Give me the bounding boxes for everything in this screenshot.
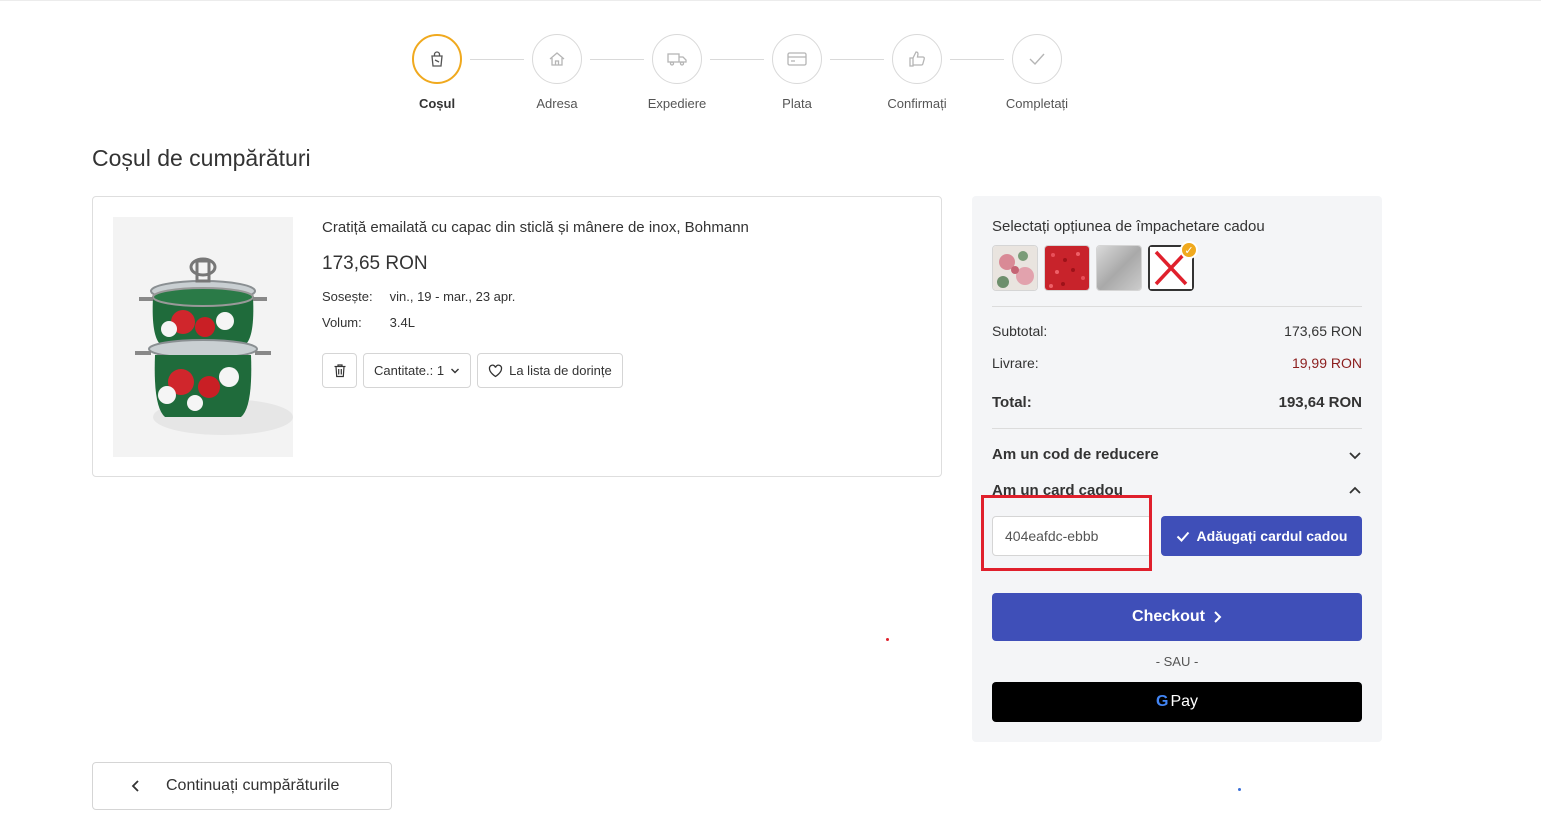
item-actions: Cantitate.: 1 La lista de dorințe: [322, 353, 623, 388]
total-value: 193,64 RON: [1278, 394, 1362, 411]
home-icon: [532, 34, 582, 84]
continue-shopping-button[interactable]: Continuați cumpărăturile: [92, 762, 392, 810]
check-icon: [1012, 34, 1062, 84]
subtotal-row: Subtotal: 173,65 RON: [992, 323, 1362, 339]
thumbs-up-icon: [892, 34, 942, 84]
page-title: Coșul de cumpărături: [92, 145, 311, 171]
step-label: Adresa: [536, 96, 578, 111]
product-image[interactable]: [113, 217, 293, 457]
step-confirm[interactable]: Confirmați: [867, 34, 967, 111]
chevron-right-icon: [1214, 611, 1222, 623]
wishlist-button[interactable]: La lista de dorințe: [477, 353, 623, 388]
chevron-down-icon: [451, 368, 460, 373]
google-g-icon: G: [1155, 693, 1169, 710]
total-label: Total:: [992, 394, 1032, 411]
step-label: Expediere: [647, 96, 707, 111]
top-border: [0, 0, 1541, 1]
add-gift-card-button[interactable]: Adăugați cardul cadou: [1161, 516, 1362, 556]
google-pay-label: Pay: [1170, 693, 1199, 710]
arrival-value: vin., 19 - mar., 23 apr.: [389, 289, 516, 304]
delete-button[interactable]: [322, 353, 357, 388]
google-pay-button[interactable]: G Pay: [992, 682, 1362, 722]
cart-item: Cratiță emailată cu capac din sticlă și …: [92, 196, 942, 477]
highlight-box: [981, 495, 1152, 571]
step-label: Plata: [782, 96, 812, 111]
product-name[interactable]: Cratiță emailată cu capac din sticlă și …: [322, 219, 749, 236]
gift-wrap-title: Selectați opțiunea de împachetare cadou: [992, 218, 1265, 235]
volume-value: 3.4L: [389, 315, 415, 330]
delivery-row: Livrare: 19,99 RON: [992, 355, 1362, 371]
trash-icon: [334, 364, 345, 378]
checkout-button[interactable]: Checkout: [992, 593, 1362, 641]
volume-row: Volum: 3.4L: [322, 315, 415, 330]
step-cart[interactable]: Coșul: [387, 34, 487, 111]
quantity-dropdown[interactable]: Cantitate.: 1: [363, 353, 472, 388]
or-separator: - SAU -: [1155, 654, 1199, 669]
step-label: Confirmați: [887, 96, 947, 111]
delivery-value: 19,99 RON: [1291, 355, 1362, 371]
checkout-label: Checkout: [1132, 608, 1205, 625]
step-label: Completați: [1005, 96, 1069, 111]
continue-shopping-label: Continuați cumpărăturile: [166, 777, 340, 794]
heart-icon: [488, 364, 503, 377]
arrival-label: Sosește:: [322, 289, 373, 304]
chevron-up-icon: [1349, 486, 1361, 494]
discount-code-toggle[interactable]: Am un cod de reducere: [992, 446, 1362, 463]
truck-icon: [652, 34, 702, 84]
subtotal-label: Subtotal:: [992, 323, 1048, 339]
chevron-down-icon: [1349, 451, 1361, 459]
product-price: 173,65 RON: [322, 253, 428, 274]
quantity-label: Cantitate.: 1: [374, 363, 445, 378]
gift-wrap-none[interactable]: ✓: [1148, 241, 1198, 291]
divider: [992, 306, 1362, 307]
check-icon: [1176, 531, 1189, 542]
order-summary: Selectați opțiunea de împachetare cadou …: [972, 196, 1382, 742]
add-gift-card-label: Adăugați cardul cadou: [1196, 528, 1348, 544]
subtotal-value: 173,65 RON: [1284, 323, 1362, 339]
checkout-stepper: Coșul Adresa Expediere Plata Confirmați …: [0, 34, 1541, 114]
delivery-label: Livrare:: [992, 355, 1039, 371]
step-label: Coșul: [418, 96, 456, 111]
selected-check-icon: ✓: [1180, 241, 1198, 259]
total-row: Total: 193,64 RON: [992, 394, 1362, 411]
volume-label: Volum:: [322, 315, 362, 330]
gift-wrap-red-glitter[interactable]: [1044, 245, 1090, 291]
red-dot: [886, 638, 889, 641]
step-payment[interactable]: Plata: [747, 34, 847, 111]
discount-code-label: Am un cod de reducere: [992, 446, 1159, 463]
credit-card-icon: [772, 34, 822, 84]
step-complete[interactable]: Completați: [987, 34, 1087, 111]
blue-dot: [1238, 788, 1241, 791]
divider: [992, 428, 1362, 429]
gift-wrap-silver[interactable]: [1096, 245, 1142, 291]
step-shipping[interactable]: Expediere: [627, 34, 727, 111]
shopping-bag-icon: [412, 34, 462, 84]
chevron-left-icon: [131, 780, 139, 792]
arrival-row: Sosește: vin., 19 - mar., 23 apr.: [322, 289, 515, 304]
wishlist-label: La lista de dorințe: [509, 363, 612, 378]
gift-wrap-floral[interactable]: [992, 245, 1038, 291]
step-address[interactable]: Adresa: [507, 34, 607, 111]
gift-wrap-options: ✓: [992, 241, 1198, 291]
